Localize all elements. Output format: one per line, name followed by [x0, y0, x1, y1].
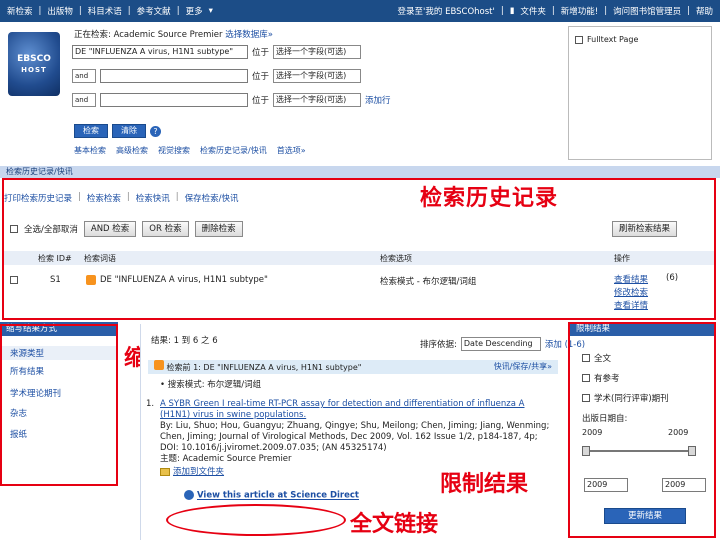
- search-input-1[interactable]: DE "INFLUENZA A virus, H1N1 subtype": [72, 45, 248, 59]
- boolean-select-2[interactable]: and: [72, 69, 96, 83]
- top-nav-right: 登录至'我的 EBSCOhost' | ▮ 文件夹 | 新增功能! | 询问图书馆管理员…: [395, 5, 720, 17]
- boolean-select-3[interactable]: and: [72, 93, 96, 107]
- sort-select[interactable]: Date Descending: [460, 337, 541, 351]
- history-highlight-box: [2, 178, 716, 320]
- result-subjects: 主题: Academic Source Premier: [160, 454, 292, 464]
- field-select-3[interactable]: 选择一个字段(可选): [273, 93, 362, 107]
- database-line: 正在检索: Academic Source Premier 选择数据库»: [74, 28, 273, 40]
- nav-divider: |: [38, 6, 42, 16]
- chevron-down-icon[interactable]: ▾: [206, 6, 216, 16]
- nav-divider: |: [500, 6, 504, 16]
- search-row-1: DE "INFLUENZA A virus, H1N1 subtype" 位于 …: [72, 44, 362, 60]
- fulltext-checkbox[interactable]: [575, 35, 583, 44]
- fulltext-option[interactable]: Fulltext Page: [575, 35, 638, 44]
- results-query: 检索前 1: DE "INFLUENZA A virus, H1N1 subty…: [166, 363, 362, 372]
- search-mode-line: • 搜索模式: 布尔逻辑/词组: [160, 380, 262, 390]
- nav-subject-terms[interactable]: 科目术语: [85, 5, 125, 17]
- science-direct-link[interactable]: View this article at Science Direct: [197, 491, 359, 501]
- rss-icon[interactable]: [154, 360, 164, 370]
- sort-label: 排序依据:: [420, 340, 457, 350]
- nav-new-features[interactable]: 新增功能!: [558, 5, 601, 17]
- ebsco-host-logo[interactable]: EBSCO HOST: [8, 32, 60, 96]
- visual-search-link[interactable]: 视觉搜索: [158, 145, 190, 156]
- preferences-link[interactable]: 首选项»: [277, 145, 306, 156]
- database-current: 正在检索: Academic Source Premier: [74, 30, 223, 40]
- basic-search-link[interactable]: 基本检索: [74, 145, 106, 156]
- nav-more[interactable]: 更多: [183, 5, 206, 17]
- search-options-box: Fulltext Page: [568, 26, 712, 160]
- annotation-fulltext: 全文链接: [350, 512, 439, 537]
- sort-controls: 排序依据: Date Descending 添加 (1-6): [420, 337, 585, 351]
- help-icon[interactable]: ?: [150, 125, 161, 137]
- nav-publications[interactable]: 出版物: [44, 5, 76, 17]
- science-direct-icon: [184, 490, 194, 500]
- annotation-limit: 限制结果: [440, 472, 529, 497]
- nav-new-search[interactable]: 新检索: [4, 5, 36, 17]
- nav-references[interactable]: 参考文献: [134, 5, 174, 17]
- nav-ask-librarian[interactable]: 询问图书馆管理员: [610, 5, 684, 17]
- in-label: 位于: [252, 72, 270, 82]
- search-panel: EBSCO HOST 正在检索: Academic Source Premier…: [0, 22, 720, 162]
- search-row-2: and 位于 选择一个字段(可选): [72, 68, 362, 84]
- advanced-search-link[interactable]: 高级检索: [116, 145, 148, 156]
- logo-line2: HOST: [21, 66, 47, 74]
- search-row-3: and 位于 选择一个字段(可选) 添加行: [72, 92, 391, 108]
- logo-line1: EBSCO: [17, 54, 51, 64]
- top-nav: 新检索 | 出版物 | 科目术语 | 参考文献 | 更多 ▾ 登录至'我的 EBSCOh…: [0, 0, 720, 22]
- folder-icon: [160, 467, 170, 476]
- result-number: 1.: [146, 399, 155, 409]
- nav-sign-in[interactable]: 登录至'我的 EBSCOhost': [395, 5, 498, 17]
- in-label: 位于: [252, 96, 270, 106]
- add-to-folder-link[interactable]: 添加到文件夹: [173, 467, 224, 477]
- alert-save-share-link[interactable]: 快讯/保存/共享»: [494, 360, 552, 374]
- nav-divider: |: [127, 6, 131, 16]
- search-input-2[interactable]: [100, 69, 248, 83]
- history-alerts-link[interactable]: 检索历史记录/快讯: [200, 145, 267, 156]
- result-title-link[interactable]: A SYBR Green I real-time RT-PCR assay fo…: [160, 399, 555, 421]
- search-input-3[interactable]: [100, 93, 248, 107]
- nav-divider: |: [687, 6, 690, 16]
- results-count-header: 结果: 1 到 6 之 6: [151, 336, 218, 346]
- search-mode-links: 基本检索 高级检索 视觉搜索 检索历史记录/快讯 首选项»: [74, 145, 306, 156]
- clear-button[interactable]: 清除: [112, 124, 146, 138]
- nav-divider: |: [604, 6, 608, 16]
- result-authors: By: Liu, Shuo; Hou, Guangyu; Zhuang, Qin…: [160, 421, 550, 453]
- nav-folder[interactable]: 文件夹: [517, 5, 549, 17]
- choose-database-link[interactable]: 选择数据库»: [225, 30, 273, 40]
- nav-divider: |: [78, 6, 82, 16]
- limit-highlight-box: [568, 322, 716, 538]
- nav-help[interactable]: 帮助: [693, 5, 716, 17]
- fulltext-highlight-ellipse: [166, 504, 346, 536]
- folder-icon: ▮: [509, 6, 515, 16]
- nav-divider: |: [551, 6, 555, 16]
- in-label: 位于: [252, 48, 270, 58]
- search-button[interactable]: 检索: [74, 124, 108, 138]
- nav-divider: |: [176, 6, 180, 16]
- field-select-2[interactable]: 选择一个字段(可选): [273, 69, 362, 83]
- add-row-link[interactable]: 添加行: [365, 94, 391, 106]
- results-query-strip: 检索前 1: DE "INFLUENZA A virus, H1N1 subty…: [148, 360, 558, 374]
- field-select-1[interactable]: 选择一个字段(可选): [273, 45, 362, 59]
- fulltext-label: Fulltext Page: [587, 35, 639, 44]
- top-nav-left: 新检索 | 出版物 | 科目术语 | 参考文献 | 更多 ▾: [0, 5, 216, 17]
- search-buttons: 检索 清除 ?: [74, 124, 161, 138]
- history-bar[interactable]: 检索历史记录/快讯: [0, 166, 720, 178]
- refine-highlight-box: [0, 324, 118, 486]
